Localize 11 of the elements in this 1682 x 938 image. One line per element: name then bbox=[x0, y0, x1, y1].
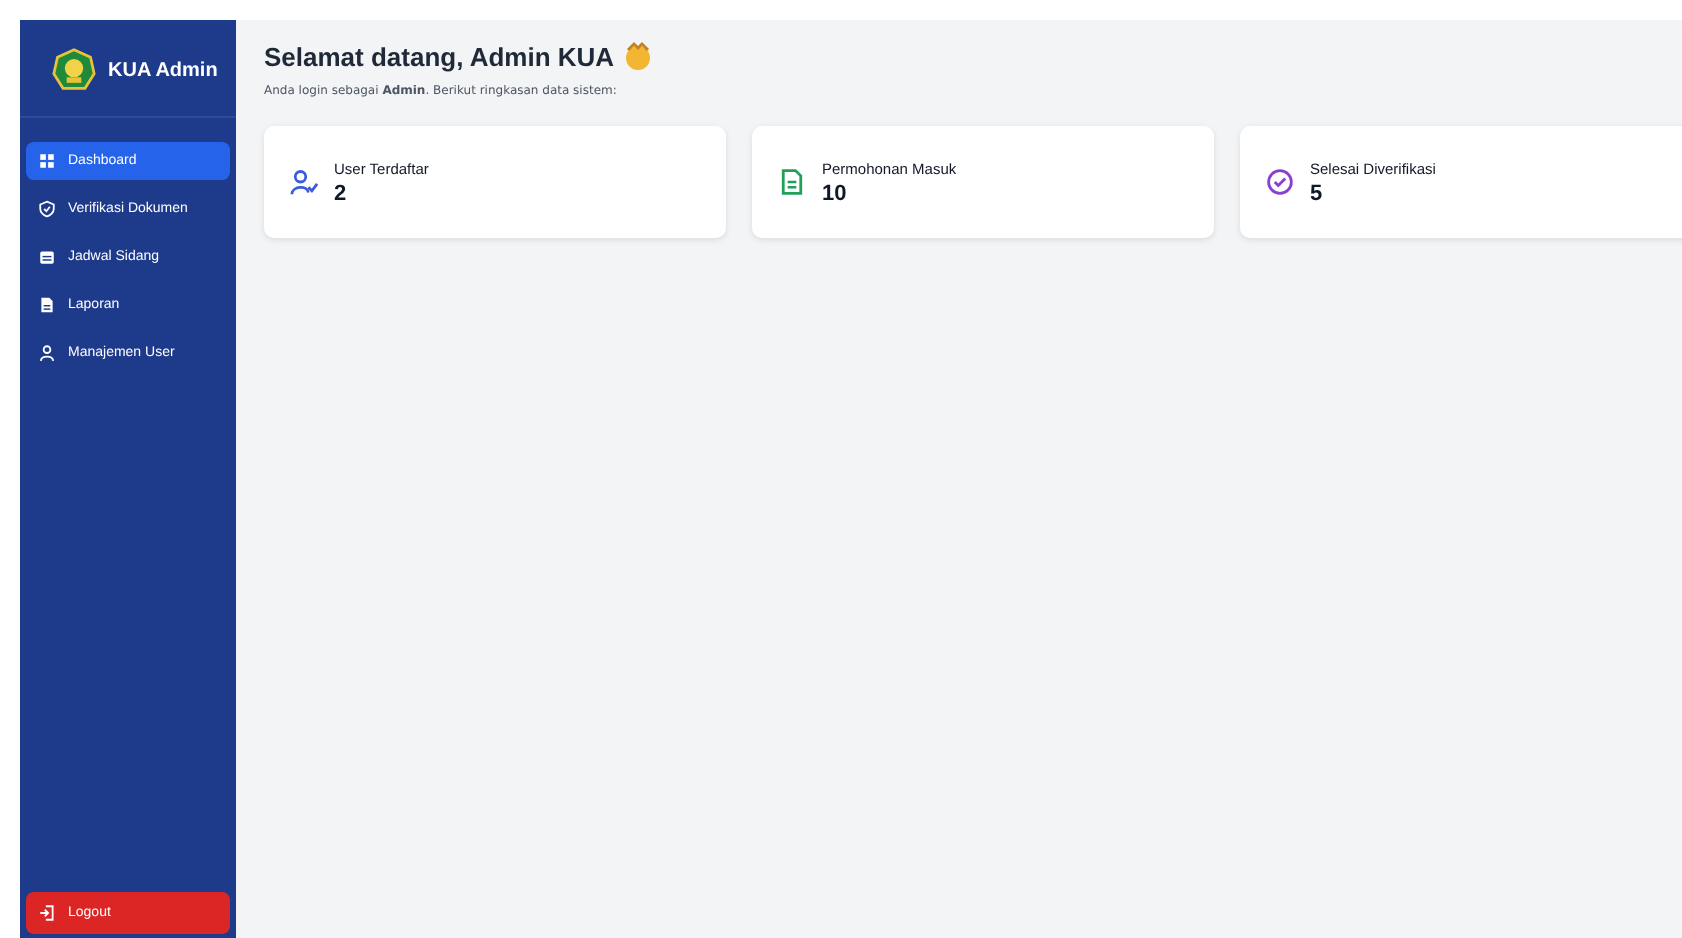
logo-icon bbox=[52, 48, 96, 92]
stat-value: 2 bbox=[334, 181, 349, 205]
logout-icon bbox=[38, 904, 56, 922]
document-icon bbox=[38, 296, 56, 314]
user-icon bbox=[38, 344, 56, 362]
stat-value: 5 bbox=[1310, 181, 1325, 205]
brand-name: KUA Admin bbox=[108, 59, 218, 81]
grid-icon bbox=[38, 152, 56, 170]
stat-value: 10 bbox=[822, 181, 849, 205]
shield-check-icon bbox=[38, 200, 56, 218]
page-title: Selamat datang, Admin KUA bbox=[264, 41, 615, 71]
